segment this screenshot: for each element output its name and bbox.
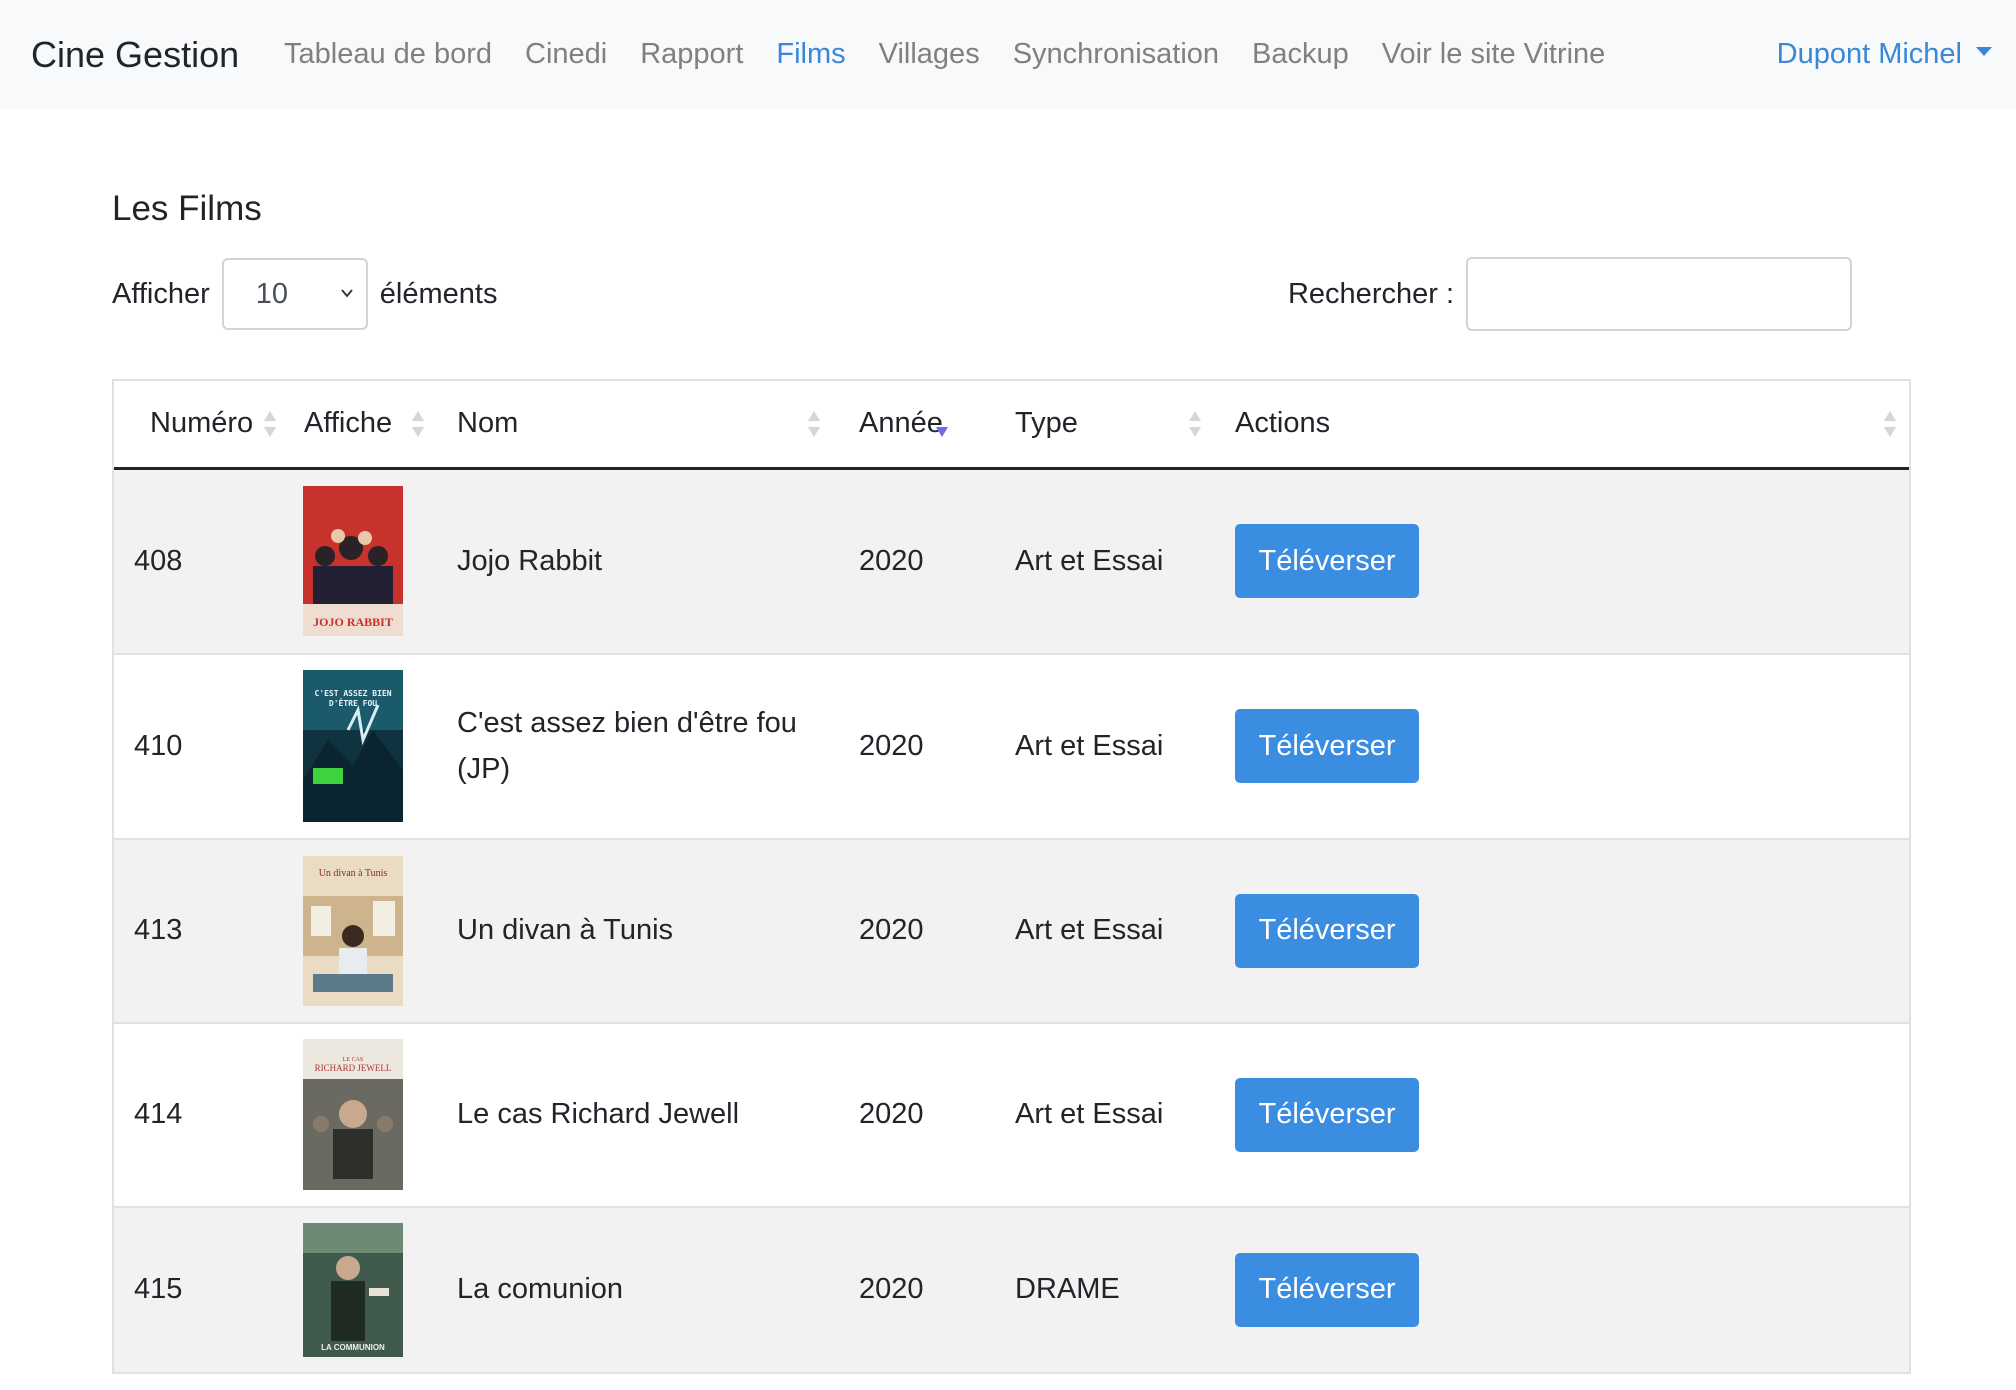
column-header-numero[interactable]: Numéro <box>114 381 290 470</box>
cell-nom: La comunion <box>455 1206 840 1374</box>
page-length-select[interactable]: 10 <box>221 258 368 330</box>
cell-affiche: JOJO RABBIT <box>290 468 455 655</box>
cell-annee: 2020 <box>840 838 997 1024</box>
user-menu[interactable]: Dupont Michel <box>1777 0 1992 109</box>
televerser-button[interactable]: Téléverser <box>1235 893 1419 968</box>
column-header-affiche[interactable]: Affiche <box>290 381 455 470</box>
cell-affiche: LA COMMUNION <box>290 1206 455 1374</box>
table-row: 410 C'EST ASSEZ BIEN D'ÊTRE FOU C'est as… <box>114 653 1909 840</box>
column-label: Nom <box>457 407 519 439</box>
cell-type: Art et Essai <box>997 468 1220 655</box>
caret-down-icon <box>1976 47 1992 56</box>
nav-item-synchronisation[interactable]: Synchronisation <box>1013 38 1219 71</box>
cell-nom: C'est assez bien d'être fou (JP) <box>455 653 840 840</box>
sort-both-icon <box>808 411 820 437</box>
column-header-nom[interactable]: Nom <box>455 381 840 470</box>
page-title: Les Films <box>112 189 262 228</box>
cell-nom: Le cas Richard Jewell <box>455 1022 840 1208</box>
poster-title: LA COMMUNION <box>321 1343 385 1352</box>
sort-both-icon <box>412 411 424 437</box>
column-label: Affiche <box>304 407 393 439</box>
cell-nom: Jojo Rabbit <box>455 468 840 655</box>
user-name: Dupont Michel <box>1776 38 1962 70</box>
cell-type: Art et Essai <box>997 838 1220 1024</box>
table-header-row: Numéro Affiche Nom Année Type Actions <box>114 381 1909 470</box>
sort-desc-icon <box>936 427 948 437</box>
poster-title: JOJO RABBIT <box>313 615 393 629</box>
nav-item-films[interactable]: Films <box>776 38 845 71</box>
sort-both-icon <box>1884 411 1896 437</box>
poster-title: RICHARD JEWELL <box>315 1063 392 1073</box>
search-input[interactable] <box>1466 257 1852 331</box>
nav-item-tableau-de-bord[interactable]: Tableau de bord <box>284 38 492 71</box>
cell-type: Art et Essai <box>997 653 1220 840</box>
column-header-actions[interactable]: Actions <box>1220 381 1909 470</box>
la-communion-poster[interactable]: LA COMMUNION <box>303 1222 403 1357</box>
cell-numero: 415 <box>114 1206 290 1374</box>
search-label: Rechercher : <box>1287 277 1454 310</box>
cell-type: Art et Essai <box>997 1022 1220 1208</box>
sort-both-icon <box>1189 411 1201 437</box>
table-row: 413 Un divan à Tunis Un divan à Tunis 20… <box>114 838 1909 1024</box>
un-divan-a-tunis-poster[interactable]: Un divan à Tunis <box>303 855 403 1006</box>
cell-actions: Téléverser <box>1220 1022 1909 1208</box>
cest-assez-bien-poster[interactable]: C'EST ASSEZ BIEN D'ÊTRE FOU <box>303 670 403 822</box>
nav-item-villages[interactable]: Villages <box>879 38 980 71</box>
poster-title: C'EST ASSEZ BIEN <box>314 689 391 698</box>
jojo-rabbit-poster[interactable]: JOJO RABBIT <box>303 486 403 637</box>
search-control: Rechercher : <box>1288 257 1852 331</box>
chevron-down-icon <box>341 289 353 298</box>
cell-actions: Téléverser <box>1220 468 1909 655</box>
cell-annee: 2020 <box>840 653 997 840</box>
cell-numero: 410 <box>114 653 290 840</box>
length-prefix-label: Afficher <box>112 277 210 310</box>
page-length-value: 10 <box>255 277 289 310</box>
cell-actions: Téléverser <box>1220 653 1909 840</box>
poster-title: Un divan à Tunis <box>319 868 388 879</box>
richard-jewell-poster[interactable]: LE CAS RICHARD JEWELL <box>303 1039 403 1190</box>
televerser-button[interactable]: Téléverser <box>1235 1077 1419 1152</box>
cell-affiche: C'EST ASSEZ BIEN D'ÊTRE FOU <box>290 653 455 840</box>
length-suffix-label: éléments <box>379 277 498 310</box>
column-label: Type <box>1015 407 1078 439</box>
cell-numero: 414 <box>114 1022 290 1208</box>
column-label: Année <box>859 407 943 439</box>
main-nav: Tableau de bord Cinedi Rapport Films Vil… <box>284 0 1638 109</box>
films-table: Numéro Affiche Nom Année Type Actions 40… <box>112 379 1911 1374</box>
column-label: Numéro <box>150 407 254 439</box>
cell-type: DRAME <box>997 1206 1220 1374</box>
column-label: Actions <box>1235 407 1331 439</box>
cell-numero: 408 <box>114 468 290 655</box>
brand-title[interactable]: Cine Gestion <box>31 0 239 109</box>
nav-item-rapport[interactable]: Rapport <box>640 38 743 71</box>
cell-annee: 2020 <box>840 1206 997 1374</box>
televerser-button[interactable]: Téléverser <box>1235 1252 1419 1327</box>
nav-item-voir-le-site-vitrine[interactable]: Voir le site Vitrine <box>1382 38 1606 71</box>
column-header-annee[interactable]: Année <box>840 381 997 470</box>
cell-numero: 413 <box>114 838 290 1024</box>
column-header-type[interactable]: Type <box>997 381 1220 470</box>
sort-both-icon <box>264 411 276 437</box>
page-length-control: Afficher 10 éléments <box>112 257 497 331</box>
table-row: 415 LA COMMUNION La comunion 2020 DRAME … <box>114 1206 1909 1374</box>
televerser-button[interactable]: Téléverser <box>1235 524 1419 599</box>
table-row: 414 LE CAS RICHARD JEWELL Le cas Richard… <box>114 1022 1909 1208</box>
cell-annee: 2020 <box>840 1022 997 1208</box>
cell-affiche: LE CAS RICHARD JEWELL <box>290 1022 455 1208</box>
cell-affiche: Un divan à Tunis <box>290 838 455 1024</box>
cell-nom-text: C'est assez bien d'être fou (JP) <box>457 707 797 785</box>
nav-item-cinedi[interactable]: Cinedi <box>525 38 607 71</box>
cell-annee: 2020 <box>840 468 997 655</box>
top-navbar: Cine Gestion Tableau de bord Cinedi Rapp… <box>0 0 2016 109</box>
televerser-button[interactable]: Téléverser <box>1235 709 1419 783</box>
table-row: 408 JOJO RABBIT Jojo Rabbit 2020 Art et … <box>114 468 1909 655</box>
nav-item-backup[interactable]: Backup <box>1252 38 1349 71</box>
poster-title: D'ÊTRE FOU <box>329 697 377 708</box>
cell-actions: Téléverser <box>1220 838 1909 1024</box>
cell-actions: Téléverser <box>1220 1206 1909 1374</box>
cell-nom: Un divan à Tunis <box>455 838 840 1024</box>
